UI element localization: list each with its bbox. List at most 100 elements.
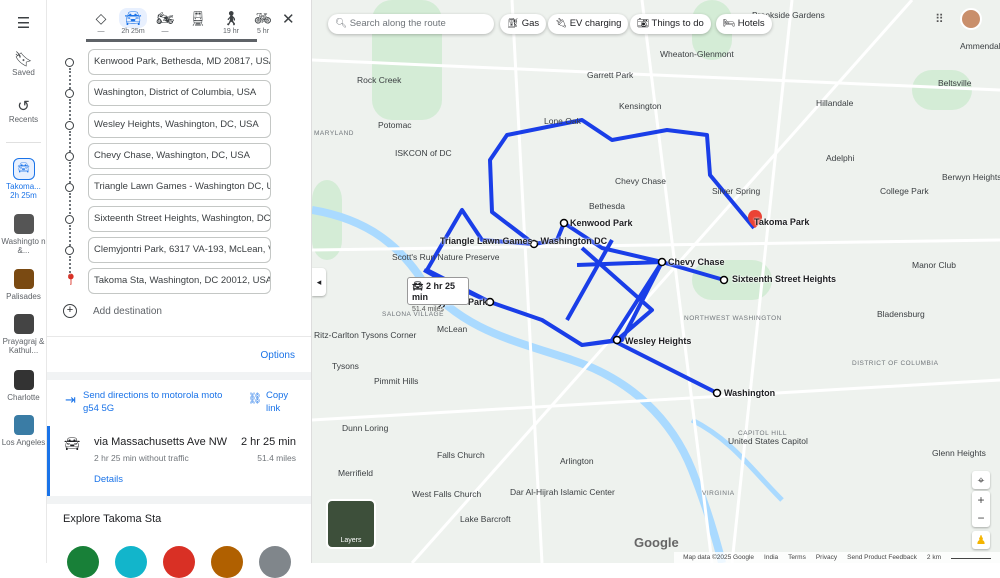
- place-label[interactable]: Ritz-Carlton Tysons Corner: [314, 330, 416, 340]
- place-label[interactable]: Dar Al-Hijrah Islamic Center: [510, 487, 615, 497]
- explore-category-button[interactable]: [67, 546, 99, 578]
- privacy-link[interactable]: Privacy: [816, 554, 837, 561]
- recent-washington[interactable]: Washingto n &...: [0, 214, 47, 255]
- place-label[interactable]: Beltsville: [938, 78, 972, 88]
- place-label[interactable]: United States Capitol: [728, 436, 808, 446]
- menu-button[interactable]: ☰: [0, 14, 47, 32]
- waypoint-label[interactable]: Chevy Chase: [668, 257, 725, 267]
- search-along-route-input[interactable]: 🔍︎ Search along the route: [328, 14, 494, 34]
- place-label[interactable]: VIRGINIA: [702, 490, 735, 497]
- close-icon[interactable]: ✕: [282, 10, 295, 28]
- place-label[interactable]: Arlington: [560, 456, 594, 466]
- place-label[interactable]: Falls Church: [437, 450, 485, 460]
- apps-grid-icon[interactable]: ⠿: [935, 12, 944, 26]
- send-directions-link[interactable]: Send directions to motorola moto g54 5G: [83, 389, 233, 415]
- recents-button[interactable]: ↺ Recents: [0, 97, 47, 124]
- add-icon[interactable]: +: [63, 304, 77, 318]
- chip-gas[interactable]: ⛽︎ Gas: [500, 14, 547, 34]
- stop-input[interactable]: Triangle Lawn Games - Washington DC, USA: [88, 174, 271, 201]
- mode-walk[interactable]: 🚶︎ 19 hr: [217, 8, 245, 35]
- place-label[interactable]: Silver Spring: [712, 186, 760, 196]
- place-label[interactable]: Wheaton-Glenmont: [660, 49, 734, 59]
- recent-charlotte[interactable]: Charlotte: [0, 370, 47, 402]
- explore-category-button[interactable]: [115, 546, 147, 578]
- place-label[interactable]: NORTHWEST WASHINGTON: [684, 315, 782, 322]
- place-label[interactable]: Hillandale: [816, 98, 853, 108]
- place-label[interactable]: Tysons: [332, 361, 359, 371]
- region-link[interactable]: India: [764, 554, 778, 561]
- stop-input[interactable]: Clemyjontri Park, 6317 VA-193, McLean, V…: [88, 236, 271, 263]
- stop-input[interactable]: Kenwood Park, Bethesda, MD 20817, USA: [88, 49, 271, 75]
- waypoint-label[interactable]: Sixteenth Street Heights: [732, 274, 836, 284]
- place-label[interactable]: Merrifield: [338, 468, 373, 478]
- explore-category-button[interactable]: [211, 546, 243, 578]
- place-label[interactable]: Scott's Run Nature Preserve: [392, 252, 499, 262]
- road: [510, 0, 544, 563]
- place-label[interactable]: Dunn Loring: [342, 423, 388, 433]
- map[interactable]: Kenwood Park Triangle Lawn Games - Washin…: [312, 0, 1000, 563]
- stop-input[interactable]: Wesley Heights, Washington, DC, USA: [88, 111, 271, 138]
- place-label[interactable]: Pimmit Hills: [374, 376, 418, 386]
- add-destination[interactable]: Add destination: [93, 306, 162, 317]
- recent-palisades[interactable]: Palisades: [0, 269, 47, 301]
- place-label[interactable]: Lake Barcroft: [460, 514, 511, 524]
- chip-things-to-do[interactable]: 📷︎ Things to do: [630, 14, 711, 34]
- route-option[interactable]: 🚘︎ via Massachusetts Ave NW 2 hr 25 min …: [47, 426, 312, 496]
- place-label[interactable]: College Park: [880, 186, 929, 196]
- waypoint-label[interactable]: Wesley Heights: [625, 336, 691, 346]
- recent-los-angeles[interactable]: Los Angeles: [0, 415, 47, 447]
- details-button[interactable]: Details: [94, 474, 123, 485]
- collapse-panel-button[interactable]: ◂: [312, 268, 326, 296]
- feedback-link[interactable]: Send Product Feedback: [847, 554, 917, 561]
- place-label[interactable]: Potomac: [378, 120, 412, 130]
- my-location-button[interactable]: ⌖: [972, 471, 990, 489]
- stop-input[interactable]: Sixteenth Street Heights, Washington, DC: [88, 205, 271, 232]
- zoom-out-button[interactable]: −: [972, 509, 990, 527]
- recent-takoma[interactable]: 🚘︎ Takoma... 2h 25m: [0, 158, 47, 200]
- place-label[interactable]: Bladensburg: [877, 309, 925, 319]
- place-label[interactable]: ISKCON of DC: [395, 148, 452, 158]
- explore-category-button[interactable]: [163, 546, 195, 578]
- mode-bike[interactable]: 🚲︎ 5 hr: [249, 8, 277, 35]
- place-label[interactable]: McLean: [437, 324, 467, 334]
- zoom-in-button[interactable]: +: [972, 491, 990, 509]
- place-label[interactable]: Garrett Park: [587, 70, 633, 80]
- waypoint-label[interactable]: Kenwood Park: [570, 218, 633, 228]
- mode-scroll-bar[interactable]: [86, 39, 257, 42]
- mode-transit[interactable]: 🚆︎: [184, 8, 212, 28]
- place-label[interactable]: CAPITOL HILL: [738, 430, 787, 437]
- chip-hotels[interactable]: 🛏︎ Hotels: [716, 14, 772, 34]
- place-label[interactable]: Ammendale: [960, 41, 1000, 51]
- stop-input[interactable]: Washington, District of Columbia, USA: [88, 80, 271, 107]
- place-label[interactable]: Glenn Heights: [932, 448, 986, 458]
- place-label[interactable]: Lone Oak: [544, 116, 581, 126]
- place-label[interactable]: DISTRICT OF COLUMBIA: [852, 360, 938, 367]
- place-label[interactable]: Kensington: [619, 101, 662, 111]
- stop-input[interactable]: Chevy Chase, Washington, DC, USA: [88, 142, 271, 169]
- saved-button[interactable]: 🔖︎ Saved: [0, 50, 47, 77]
- street-view-pegman-icon[interactable]: ♟: [972, 531, 990, 549]
- place-label[interactable]: Rock Creek: [357, 75, 401, 85]
- chip-ev-charging[interactable]: 🔌︎ EV charging: [548, 14, 629, 34]
- avatar[interactable]: [960, 8, 982, 30]
- place-label[interactable]: Adelphi: [826, 153, 854, 163]
- terms-link[interactable]: Terms: [788, 554, 806, 561]
- mode-motorcycle[interactable]: 🏍︎ —: [151, 8, 179, 35]
- place-label[interactable]: Manor Club: [912, 260, 956, 270]
- mode-car[interactable]: 🚘︎ 2h 25m: [119, 8, 147, 35]
- waypoint-label[interactable]: Triangle Lawn Games - Washington DC: [440, 236, 607, 246]
- stop-input[interactable]: Takoma Sta, Washington, DC 20012, USA: [88, 268, 271, 295]
- place-label[interactable]: MARYLAND: [314, 130, 354, 137]
- recent-prayagraj[interactable]: Prayagraj & Kathul...: [0, 314, 47, 355]
- place-label[interactable]: West Falls Church: [412, 489, 481, 499]
- waypoint-label[interactable]: Washington: [724, 388, 775, 398]
- mode-best[interactable]: ◇ —: [87, 8, 115, 35]
- options-button[interactable]: Options: [261, 350, 295, 361]
- waypoint-label[interactable]: Takoma Park: [754, 217, 809, 227]
- explore-category-button[interactable]: [259, 546, 291, 578]
- layers-button[interactable]: Layers: [326, 499, 376, 549]
- copy-link[interactable]: Copy link: [266, 389, 301, 415]
- place-label[interactable]: Bethesda: [589, 201, 625, 211]
- place-label[interactable]: Chevy Chase: [615, 176, 666, 186]
- place-label[interactable]: Berwyn Heights: [942, 172, 1000, 182]
